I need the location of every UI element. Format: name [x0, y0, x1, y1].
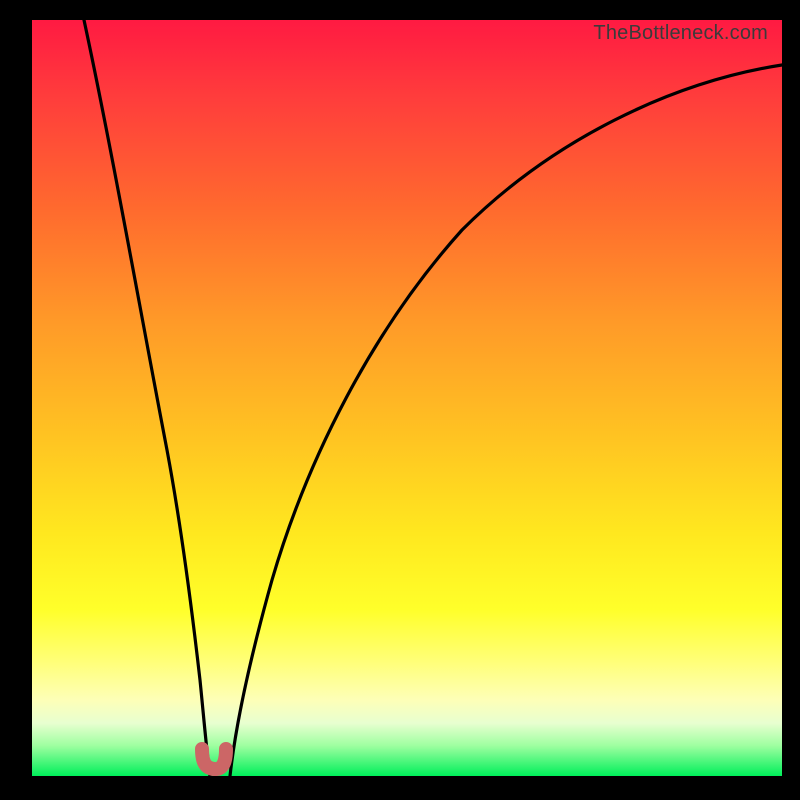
curve-left	[84, 20, 210, 776]
bottom-u-marker	[202, 749, 226, 769]
watermark-text: TheBottleneck.com	[593, 22, 768, 45]
chart-plot-area: TheBottleneck.com	[32, 20, 782, 776]
chart-svg	[32, 20, 782, 776]
curve-right	[230, 65, 782, 776]
